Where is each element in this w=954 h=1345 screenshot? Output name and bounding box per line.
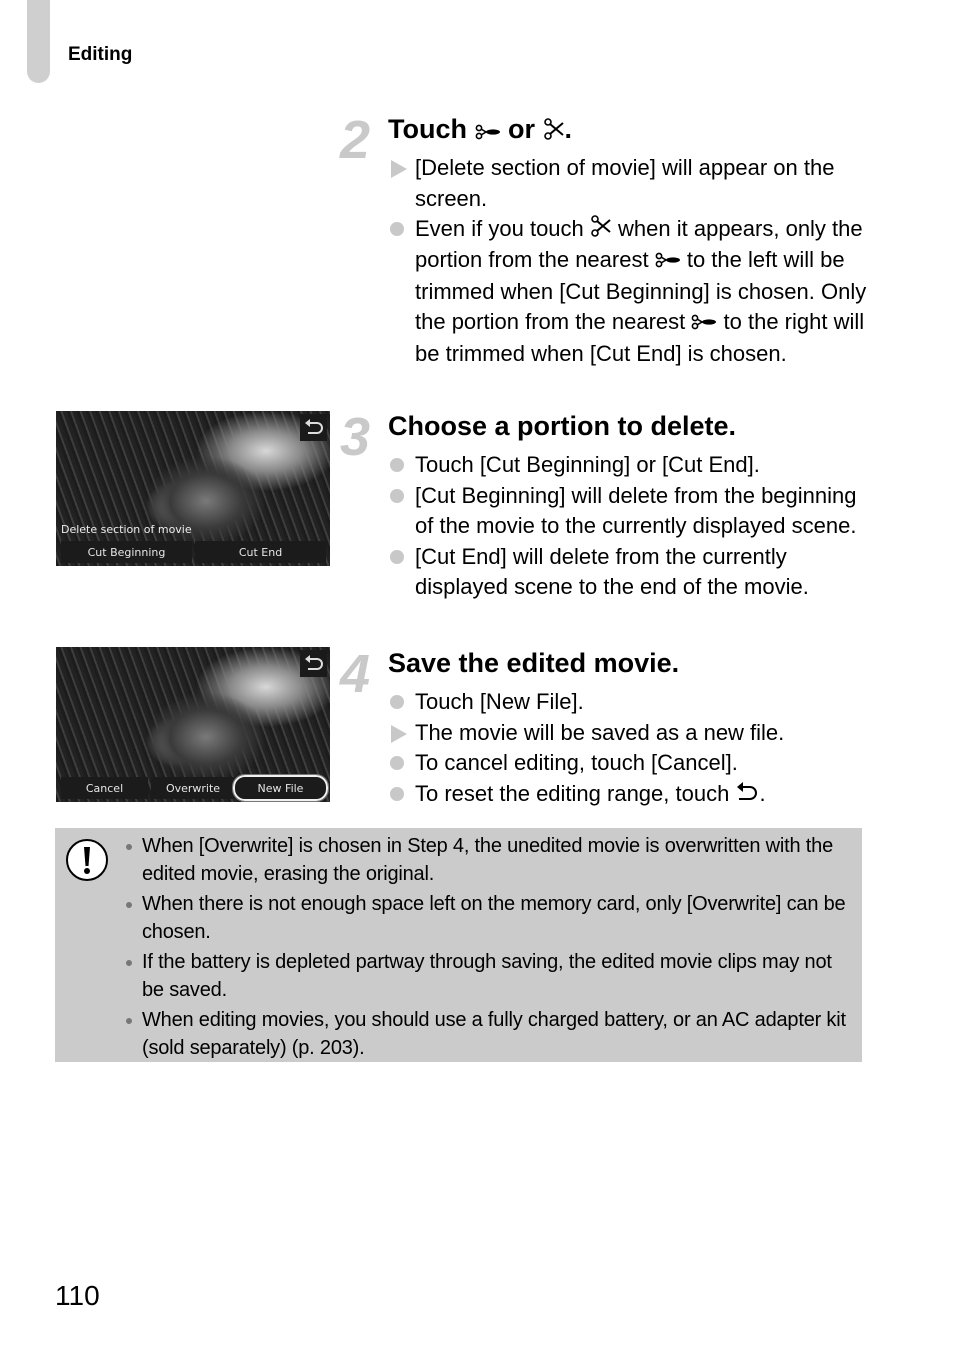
caution-item: When [Overwrite] is chosen in Step 4, th…	[125, 833, 855, 888]
list-item: [Cut Beginning] will delete from the beg…	[388, 481, 868, 542]
return-icon	[305, 419, 323, 434]
list-item: To cancel editing, touch [Cancel].	[388, 748, 868, 779]
new-file-button[interactable]: New File	[232, 774, 329, 802]
step-3-list: Touch [Cut Beginning] or [Cut End]. [Cut…	[388, 450, 868, 603]
step-number: 3	[340, 407, 371, 467]
scissors-marker-icon	[655, 246, 681, 277]
list-item: Touch [New File].	[388, 687, 868, 718]
list-item: [Delete section of movie] will appear on…	[388, 153, 868, 214]
scissors-marker-icon	[475, 115, 501, 147]
scissors-icon	[543, 115, 565, 147]
step-number: 2	[340, 110, 371, 170]
overwrite-button[interactable]: Overwrite	[151, 777, 235, 799]
caution-list: When [Overwrite] is chosen in Step 4, th…	[125, 833, 855, 1065]
return-icon	[735, 779, 759, 810]
cancel-button[interactable]: Cancel	[61, 777, 148, 799]
step-number: 4	[340, 644, 371, 704]
step-title: Touch or .	[388, 113, 572, 147]
step-4-list: Touch [New File]. The movie will be save…	[388, 687, 868, 810]
scissors-marker-icon	[691, 308, 717, 339]
camera-screen-save: Cancel Overwrite New File	[56, 647, 330, 802]
return-button[interactable]	[300, 650, 327, 677]
step-2-list: [Delete section of movie] will appear on…	[388, 153, 868, 369]
list-item: To reset the editing range, touch .	[388, 779, 868, 810]
list-item: Touch [Cut Beginning] or [Cut End].	[388, 450, 868, 481]
list-item: Even if you touch when it appears, only …	[388, 214, 868, 369]
caution-item: If the battery is depleted partway throu…	[125, 949, 855, 1004]
caution-item: When there is not enough space left on t…	[125, 891, 855, 946]
page-number: 110	[55, 1280, 100, 1311]
camera-screen-cut: Delete section of movie Cut Beginning Cu…	[56, 411, 330, 566]
caution-icon	[65, 838, 109, 887]
scissors-icon	[590, 215, 612, 246]
step-title: Choose a portion to delete.	[388, 411, 737, 441]
return-button[interactable]	[300, 414, 327, 441]
screen-caption: Delete section of movie	[61, 523, 192, 536]
list-item: The movie will be saved as a new file.	[388, 718, 868, 749]
cut-end-button[interactable]: Cut End	[195, 541, 326, 563]
section-label: Editing	[68, 44, 133, 65]
caution-item: When editing movies, you should use a fu…	[125, 1007, 855, 1062]
cut-beginning-button[interactable]: Cut Beginning	[61, 541, 192, 563]
step-title: Save the edited movie.	[388, 648, 680, 678]
section-tab-marker	[27, 0, 50, 83]
list-item: [Cut End] will delete from the currently…	[388, 542, 868, 603]
return-icon	[305, 655, 323, 670]
caution-box: When [Overwrite] is chosen in Step 4, th…	[55, 828, 862, 1062]
